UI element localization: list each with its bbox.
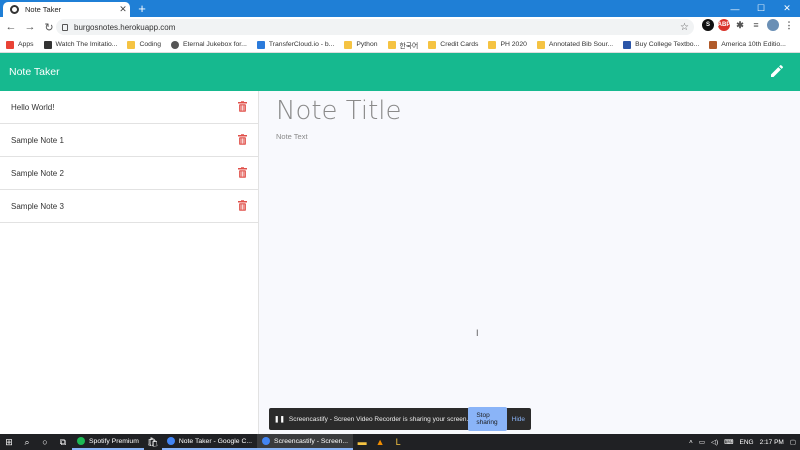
bookmark-item[interactable]: Annotated Bib Sour... — [536, 40, 613, 49]
taskbar-app-screencastify[interactable]: Screencastify - Screen... — [257, 434, 354, 450]
note-item-title: Sample Note 1 — [11, 135, 64, 145]
file-explorer-icon[interactable]: ▬ — [353, 434, 371, 450]
sharing-message: Screencastify - Screen Video Recorder is… — [288, 415, 469, 423]
hide-button[interactable]: Hide — [512, 416, 525, 423]
bookmark-item[interactable]: Buy College Textbo... — [623, 40, 699, 49]
back-arrow-icon[interactable]: ← — [3, 19, 19, 35]
app-title: Note Taker — [9, 66, 60, 78]
folder-icon — [536, 40, 545, 49]
cortana-icon[interactable]: ○ — [36, 434, 54, 450]
task-view-icon[interactable]: ⧉ — [54, 434, 72, 450]
browser-toolbar: ← → ↻ burgosnotes.herokuapp.com ☆ — [0, 17, 800, 37]
bookmark-item[interactable]: Apps — [6, 40, 34, 49]
folder-icon — [344, 40, 353, 49]
stop-sharing-button[interactable]: Stop sharing — [468, 407, 507, 431]
bookmark-item[interactable]: Python — [344, 40, 378, 49]
note-item-title: Sample Note 2 — [11, 168, 64, 178]
tab-title: Note Taker — [25, 5, 62, 14]
note-list-item[interactable]: Sample Note 1 — [0, 124, 258, 157]
browser-tab[interactable]: Note Taker ✕ — [3, 2, 130, 17]
bookmark-item[interactable]: TransferCloud.io - b... — [256, 40, 334, 49]
bookmark-item[interactable]: Eternal Jukebox for... — [171, 40, 247, 49]
delete-trash-icon[interactable] — [238, 200, 247, 211]
store-icon[interactable]: 🛍 — [144, 434, 162, 450]
globe-icon — [10, 5, 19, 14]
system-tray: ˄ ▭ ◁) ⌨ ENG 2:17 PM ▢ — [689, 434, 800, 450]
spotify-icon — [77, 437, 85, 445]
delete-trash-icon[interactable] — [238, 101, 247, 112]
window-controls: — ☐ ✕ — [722, 0, 800, 17]
close-tab-icon[interactable]: ✕ — [116, 4, 130, 15]
tray-up-arrow-icon[interactable]: ˄ — [689, 439, 693, 446]
more-menu-icon[interactable]: ⋮ — [783, 19, 795, 31]
minimize-icon[interactable]: — — [722, 0, 748, 17]
note-text-input[interactable]: Note Text — [276, 132, 308, 141]
site-icon — [256, 40, 265, 49]
folder-icon — [428, 40, 437, 49]
lock-icon — [62, 23, 68, 31]
app-header: Note Taker — [0, 53, 800, 91]
profile-avatar[interactable] — [767, 19, 779, 31]
note-list: Hello World! Sample Note 1 Sample Note 2… — [0, 91, 259, 434]
site-icon — [709, 40, 718, 49]
site-icon — [623, 40, 632, 49]
browser-tab-strip: Note Taker ✕ + — ☐ ✕ — [0, 0, 800, 17]
bookmark-item[interactable]: PH 2020 — [488, 40, 527, 49]
clock[interactable]: 2:17 PM — [760, 439, 784, 446]
bookmark-item[interactable]: Watch The Imitatio... — [43, 40, 117, 49]
reload-icon[interactable]: ↻ — [41, 19, 57, 35]
new-tab-button[interactable]: + — [135, 1, 149, 16]
extensions-puzzle-icon[interactable]: ✱ — [734, 19, 746, 31]
note-item-title: Hello World! — [11, 102, 55, 112]
folder-icon — [387, 40, 396, 49]
note-item-title: Sample Note 3 — [11, 201, 64, 211]
pause-icon: ❚❚ — [274, 416, 285, 423]
bookmark-item[interactable]: Coding — [127, 40, 161, 49]
bookmark-star-icon[interactable]: ☆ — [680, 22, 694, 33]
text-cursor-icon: I — [476, 328, 479, 338]
close-window-icon[interactable]: ✕ — [774, 0, 800, 17]
taskbar-app-spotify[interactable]: Spotify Premium — [72, 434, 144, 450]
folder-icon — [488, 40, 497, 49]
address-bar[interactable]: burgosnotes.herokuapp.com ☆ — [56, 19, 694, 35]
screen-sharing-bar: ❚❚ Screencastify - Screen Video Recorder… — [269, 407, 531, 431]
globe-icon — [171, 40, 179, 49]
folder-icon — [127, 40, 136, 49]
apps-grid-icon — [6, 40, 14, 49]
volume-icon[interactable]: ◁) — [711, 438, 718, 446]
note-list-item[interactable]: Sample Note 3 — [0, 190, 258, 223]
notifications-icon[interactable]: ▢ — [790, 438, 796, 446]
search-icon[interactable]: ⌕ — [18, 434, 36, 450]
adblock-icon[interactable]: ABP — [718, 19, 730, 31]
note-title-input[interactable]: Note Title — [276, 96, 402, 126]
new-note-pencil-icon[interactable] — [769, 63, 785, 79]
network-icon[interactable]: ▭ — [699, 438, 705, 446]
site-icon — [43, 40, 52, 49]
chrome-icon — [262, 437, 271, 445]
keyboard-icon[interactable]: ⌨ — [724, 438, 733, 446]
bookmark-item[interactable]: 한국어 — [387, 40, 418, 50]
bookmarks-bar: Apps Watch The Imitatio... Coding Eterna… — [0, 37, 800, 53]
forward-arrow-icon[interactable]: → — [22, 19, 38, 35]
delete-trash-icon[interactable] — [238, 167, 247, 178]
maximize-icon[interactable]: ☐ — [748, 0, 774, 17]
note-list-item[interactable]: Hello World! — [0, 91, 258, 124]
playlist-icon[interactable]: ≡ — [750, 19, 762, 31]
bookmark-item[interactable]: America 10th Editio... — [709, 40, 786, 49]
app-icon[interactable]: L — [389, 434, 407, 450]
bookmark-item[interactable]: Credit Cards — [428, 40, 478, 49]
vlc-icon[interactable]: ▲ — [371, 434, 389, 450]
note-editor: Note Title Note Text I — [259, 91, 800, 434]
windows-start-icon[interactable]: ⊞ — [0, 434, 18, 450]
language-indicator[interactable]: ENG — [740, 439, 754, 446]
os-taskbar: ⊞ ⌕ ○ ⧉ Spotify Premium 🛍 Note Taker - G… — [0, 434, 800, 450]
delete-trash-icon[interactable] — [238, 134, 247, 145]
note-list-item[interactable]: Sample Note 2 — [0, 157, 258, 190]
taskbar-app-chrome[interactable]: Note Taker - Google C... — [161, 434, 258, 450]
extension-s-icon[interactable]: S — [702, 19, 714, 31]
chrome-icon — [166, 437, 175, 445]
url-text: burgosnotes.herokuapp.com — [74, 22, 176, 32]
